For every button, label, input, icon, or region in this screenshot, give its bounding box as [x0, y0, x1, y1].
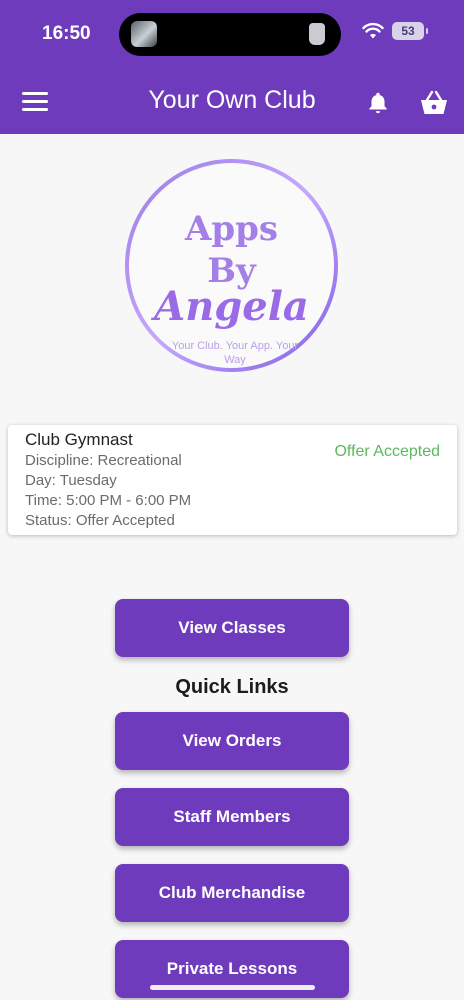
booking-time: Time: 5:00 PM - 6:00 PM: [25, 492, 192, 509]
home-indicator[interactable]: [150, 985, 315, 990]
booking-day: Day: Tuesday: [25, 472, 117, 489]
logo-tagline: Your Club. Your App. Your Way: [171, 340, 299, 366]
logo-apps-text: Apps: [184, 209, 279, 249]
view-classes-button[interactable]: View Classes: [115, 599, 349, 657]
staff-members-button[interactable]: Staff Members: [115, 788, 349, 846]
club-merchandise-button[interactable]: Club Merchandise: [115, 864, 349, 922]
view-orders-button[interactable]: View Orders: [115, 712, 349, 770]
app-header: 16:50 53 Your Own Club: [0, 0, 464, 134]
status-time: 16:50: [42, 23, 91, 44]
logo-angela-text: Angela: [154, 283, 309, 330]
logo-inner: Apps By Angela Your Club. Your App. Your…: [129, 163, 334, 368]
status-icons: 53: [362, 22, 428, 40]
booking-status: Status: Offer Accepted: [25, 512, 175, 529]
booking-card[interactable]: Club Gymnast Discipline: Recreational Da…: [8, 425, 457, 535]
club-logo: Apps By Angela Your Club. Your App. Your…: [125, 159, 338, 372]
cup-icon: [309, 23, 325, 45]
dynamic-island: [119, 13, 341, 56]
booking-discipline: Discipline: Recreational: [25, 452, 182, 469]
booking-title: Club Gymnast: [25, 430, 133, 449]
wifi-icon: [362, 22, 384, 39]
page-title: Your Own Club: [148, 86, 316, 114]
bell-icon[interactable]: [365, 90, 391, 116]
now-playing-thumbnail: [131, 21, 157, 47]
status-badge: Offer Accepted: [334, 443, 440, 460]
basket-icon[interactable]: [419, 89, 449, 117]
battery-icon: 53: [392, 22, 428, 40]
quick-links-heading: Quick Links: [175, 676, 289, 698]
